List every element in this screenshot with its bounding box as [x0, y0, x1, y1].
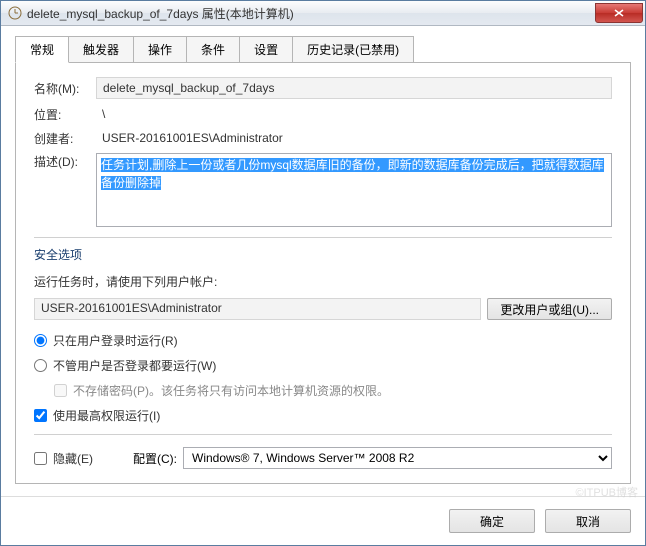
- run-as-label: 运行任务时，请使用下列用户帐户:: [34, 273, 612, 290]
- tab-general[interactable]: 常规: [15, 36, 69, 63]
- name-input[interactable]: [96, 77, 612, 99]
- tab-content-general: 名称(M): 位置: \ 创建者: USER-20161001ES\Admini…: [15, 63, 631, 484]
- clock-icon: [7, 5, 23, 21]
- checkbox-hidden-label: 隐藏(E): [53, 450, 93, 467]
- tab-strip: 常规 触发器 操作 条件 设置 历史记录(已禁用): [15, 36, 631, 63]
- tab-actions[interactable]: 操作: [133, 36, 187, 62]
- ok-button[interactable]: 确定: [449, 509, 535, 533]
- description-label: 描述(D):: [34, 153, 96, 170]
- titlebar[interactable]: delete_mysql_backup_of_7days 属性(本地计算机): [1, 1, 645, 26]
- location-label: 位置:: [34, 106, 96, 123]
- task-properties-dialog: delete_mysql_backup_of_7days 属性(本地计算机) 常…: [0, 0, 646, 546]
- dialog-body: 常规 触发器 操作 条件 设置 历史记录(已禁用) 名称(M): 位置: \ 创…: [1, 26, 645, 496]
- radio-run-always-input[interactable]: [34, 359, 47, 372]
- description-text: 任务计划,删除上一份或者几份mysql数据库旧的备份，即新的数据库备份完成后，把…: [101, 158, 604, 190]
- checkbox-hidden-input[interactable]: [34, 452, 47, 465]
- change-user-button[interactable]: 更改用户或组(U)...: [487, 298, 612, 320]
- tab-history[interactable]: 历史记录(已禁用): [292, 36, 414, 62]
- close-button[interactable]: [595, 3, 643, 23]
- tab-triggers[interactable]: 触发器: [68, 36, 134, 62]
- checkbox-no-store-password: 不存储密码(P)。该任务将只有访问本地计算机资源的权限。: [54, 382, 612, 399]
- radio-logged-in-only[interactable]: 只在用户登录时运行(R): [34, 332, 612, 349]
- checkbox-highest-privileges[interactable]: 使用最高权限运行(I): [34, 407, 612, 424]
- location-value: \: [96, 105, 612, 123]
- checkbox-no-store-password-input: [54, 384, 67, 397]
- configure-for-label: 配置(C):: [133, 450, 177, 467]
- security-section-title: 安全选项: [34, 246, 612, 263]
- radio-run-always[interactable]: 不管用户是否登录都要运行(W): [34, 357, 612, 374]
- name-label: 名称(M):: [34, 80, 96, 97]
- checkbox-highest-privileges-input[interactable]: [34, 409, 47, 422]
- creator-label: 创建者:: [34, 130, 96, 147]
- watermark: ©ITPUB博客: [576, 484, 639, 500]
- window-title: delete_mysql_backup_of_7days 属性(本地计算机): [27, 5, 595, 22]
- description-input[interactable]: 任务计划,删除上一份或者几份mysql数据库旧的备份，即新的数据库备份完成后，把…: [96, 153, 612, 227]
- divider: [34, 237, 612, 238]
- tab-conditions[interactable]: 条件: [186, 36, 240, 62]
- cancel-button[interactable]: 取消: [545, 509, 631, 533]
- radio-logged-in-only-input[interactable]: [34, 334, 47, 347]
- radio-run-always-label: 不管用户是否登录都要运行(W): [53, 357, 216, 374]
- checkbox-highest-privileges-label: 使用最高权限运行(I): [53, 407, 160, 424]
- configure-for-select[interactable]: Windows® 7, Windows Server™ 2008 R2: [183, 447, 612, 469]
- checkbox-hidden[interactable]: 隐藏(E): [34, 450, 93, 467]
- checkbox-no-store-password-label: 不存储密码(P)。该任务将只有访问本地计算机资源的权限。: [73, 382, 389, 399]
- user-account-display: USER-20161001ES\Administrator: [34, 298, 481, 320]
- dialog-footer: 确定 取消: [1, 496, 645, 545]
- tab-settings[interactable]: 设置: [239, 36, 293, 62]
- creator-value: USER-20161001ES\Administrator: [96, 129, 612, 147]
- radio-logged-in-only-label: 只在用户登录时运行(R): [53, 332, 178, 349]
- divider-2: [34, 434, 612, 435]
